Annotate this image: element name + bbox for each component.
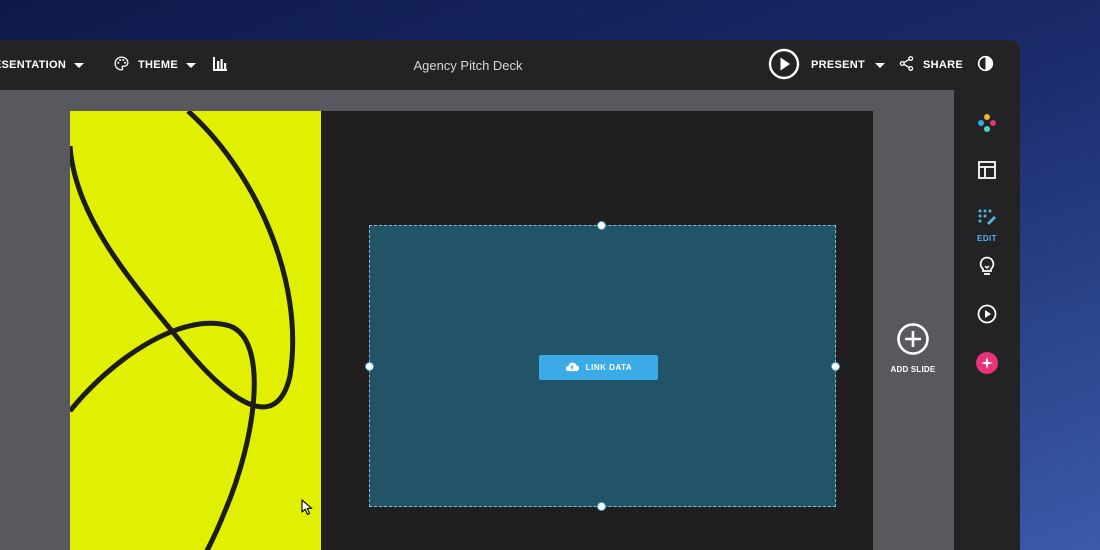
resize-handle-bottom[interactable] — [597, 502, 606, 511]
sidebar-item-edit[interactable]: EDIT — [954, 208, 1020, 243]
edit-magic-icon — [977, 208, 997, 231]
share-icon — [898, 55, 915, 75]
share-button[interactable]: SHARE — [898, 40, 963, 90]
sidebar-item-play[interactable] — [954, 304, 1020, 329]
sidebar-item-colors[interactable] — [954, 113, 1020, 138]
sidebar-item-label: EDIT — [977, 234, 997, 243]
cloud-upload-icon — [565, 361, 579, 374]
plus-circle-icon — [896, 322, 930, 361]
sidebar-item-layout[interactable] — [954, 160, 1020, 185]
chart-placeholder[interactable]: LINK DATA — [365, 221, 840, 511]
present-button[interactable]: PRESENT — [768, 40, 886, 90]
add-slide-button[interactable]: ADD SLIDE — [889, 322, 937, 374]
layout-icon — [977, 160, 997, 185]
link-data-button[interactable]: LINK DATA — [539, 355, 658, 380]
slide-canvas[interactable]: LINK DATA — [70, 111, 873, 550]
contrast-icon — [977, 55, 994, 75]
right-sidebar: EDIT — [954, 90, 1020, 550]
play-icon — [977, 304, 997, 329]
color-palette-icon — [977, 113, 997, 138]
share-label: SHARE — [923, 59, 964, 71]
lightbulb-icon — [978, 256, 996, 281]
top-toolbar: PRESENTATION THEME Agency Pitch Deck PRE… — [0, 40, 1020, 90]
play-circle-icon — [768, 48, 800, 83]
sidebar-item-ideas[interactable] — [954, 256, 1020, 281]
resize-handle-right[interactable] — [831, 362, 840, 371]
mouse-cursor-icon — [301, 499, 315, 521]
chevron-down-icon — [875, 62, 886, 68]
add-slide-label: ADD SLIDE — [890, 365, 936, 374]
ai-sparkle-icon — [976, 352, 998, 379]
link-data-label: LINK DATA — [585, 363, 633, 372]
resize-handle-left[interactable] — [365, 362, 374, 371]
slide-art-panel — [70, 111, 321, 550]
abstract-lines-graphic — [70, 111, 296, 550]
sidebar-item-ai[interactable] — [954, 352, 1020, 379]
editor-window: PRESENTATION THEME Agency Pitch Deck PRE… — [0, 40, 1020, 550]
contrast-toggle[interactable] — [977, 40, 994, 90]
present-label: PRESENT — [811, 59, 866, 71]
resize-handle-top[interactable] — [597, 221, 606, 230]
